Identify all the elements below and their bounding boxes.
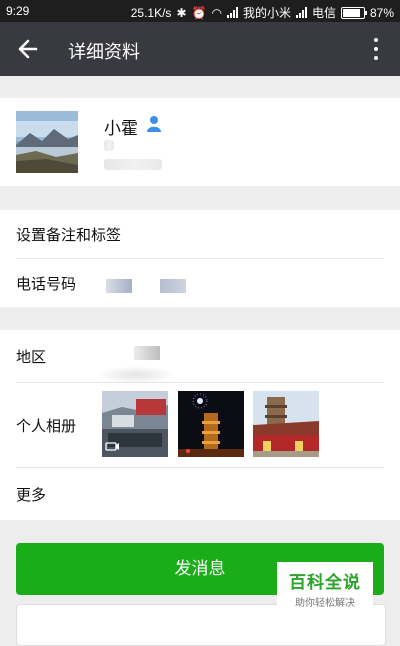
phone-number-redacted-2 — [160, 279, 186, 293]
profile-card[interactable]: 小霍 — [0, 98, 400, 186]
contact-type-icon — [147, 116, 161, 132]
album-row[interactable]: 个人相册 — [0, 383, 400, 467]
region-label: 地区 — [16, 348, 47, 366]
avatar[interactable] — [16, 111, 78, 173]
signal-icon — [226, 7, 238, 18]
carrier-1: 我的小米 — [242, 6, 291, 20]
album-photo-3[interactable] — [253, 391, 319, 457]
secondary-action-button[interactable] — [16, 604, 386, 646]
page-title: 详细资料 — [68, 42, 140, 63]
signal-icon-2 — [295, 7, 307, 18]
battery-icon — [340, 6, 367, 19]
alarm-icon: ⏰ — [191, 5, 207, 20]
status-bar: 9:29 25.1K/s ✱ ⏰ ◠ 我的小米 电信 87% — [0, 0, 400, 22]
phone-row[interactable]: 电话号码 — [0, 259, 400, 307]
net-speed: 25.1K/s — [130, 5, 172, 20]
phone-number-redacted — [106, 279, 132, 293]
status-time: 9:29 — [6, 4, 30, 18]
watermark-logo: 百科全说 助你轻松解决 — [277, 562, 373, 609]
album-label: 个人相册 — [16, 417, 77, 435]
back-arrow-icon[interactable] — [14, 35, 42, 63]
watermark-title: 百科全说 — [289, 573, 361, 593]
carrier-2: 电信 — [311, 6, 336, 20]
wechat-id-redacted — [104, 140, 114, 151]
nickname-redacted — [104, 159, 162, 170]
region-row: 地区 — [0, 330, 400, 384]
album-photo-1[interactable] — [102, 391, 168, 457]
more-label: 更多 — [16, 486, 47, 504]
battery-level: 87% — [369, 5, 394, 20]
info-card: 设置备注和标签 电话号码 — [0, 210, 400, 307]
details-card: 地区 个人相册 更多 — [0, 330, 400, 520]
bluetooth-icon: ✱ — [176, 5, 187, 20]
region-value-redacted — [134, 346, 160, 360]
album-photo-2[interactable] — [178, 391, 244, 457]
status-right: 25.1K/s ✱ ⏰ ◠ 我的小米 电信 87% — [131, 4, 394, 21]
remark-label: 设置备注和标签 — [16, 226, 122, 244]
app-bar: 详细资料 — [0, 22, 400, 76]
remark-row[interactable]: 设置备注和标签 — [0, 210, 400, 258]
contact-name: 小霍 — [104, 119, 138, 139]
more-row[interactable]: 更多 — [0, 468, 400, 520]
wifi-icon: ◠ — [211, 5, 222, 20]
phone-label: 电话号码 — [16, 275, 77, 293]
more-options-icon[interactable] — [366, 36, 386, 62]
watermark-subtitle: 助你轻松解决 — [295, 598, 355, 609]
